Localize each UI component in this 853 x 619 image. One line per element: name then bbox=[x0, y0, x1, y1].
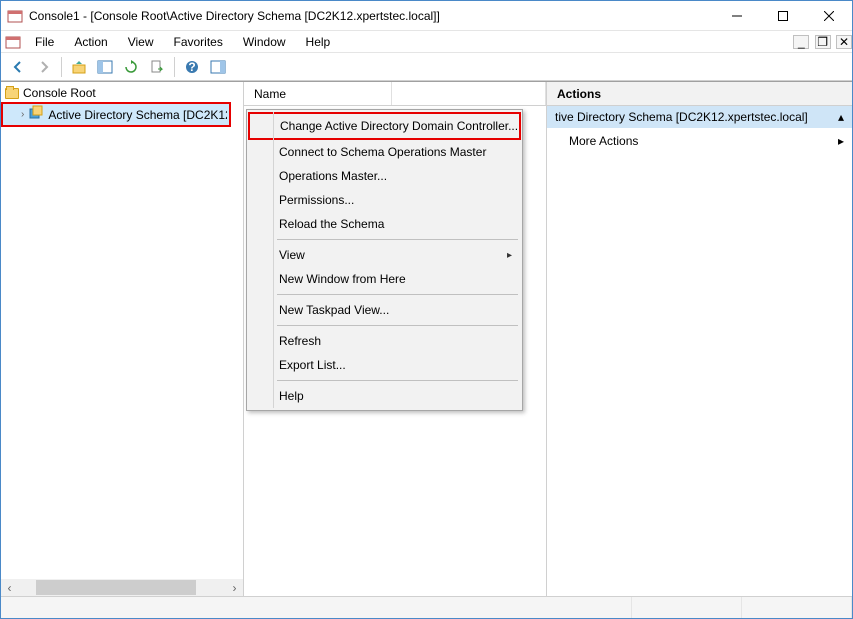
actions-header: Actions bbox=[547, 82, 852, 106]
mdi-controls: _ ❐ ✕ bbox=[791, 35, 852, 49]
toolbar: ? bbox=[1, 53, 852, 81]
maximize-button[interactable] bbox=[760, 1, 806, 31]
menu-window[interactable]: Window bbox=[233, 33, 296, 51]
ctx-separator bbox=[277, 239, 518, 240]
expand-chevron-icon[interactable]: › bbox=[21, 109, 24, 120]
menu-file[interactable]: File bbox=[25, 33, 64, 51]
ctx-permissions[interactable]: Permissions... bbox=[249, 188, 520, 212]
actions-topic[interactable]: tive Directory Schema [DC2K12.xpertstec.… bbox=[547, 106, 852, 128]
tree-pane: Console Root › Active Directory Schema [… bbox=[1, 82, 244, 596]
status-cell-1 bbox=[1, 597, 632, 618]
svg-text:?: ? bbox=[188, 60, 195, 74]
export-button[interactable] bbox=[146, 56, 168, 78]
tree-child-label: Active Directory Schema [DC2K12. bbox=[48, 108, 227, 122]
scroll-right-arrow[interactable]: › bbox=[226, 579, 243, 596]
minimize-button[interactable] bbox=[714, 1, 760, 31]
mdi-restore-button[interactable]: ❐ bbox=[815, 35, 831, 49]
ctx-separator bbox=[277, 294, 518, 295]
mdi-close-button[interactable]: ✕ bbox=[836, 35, 852, 49]
column-name[interactable]: Name bbox=[244, 82, 392, 105]
ctx-separator bbox=[277, 380, 518, 381]
actions-more-label: More Actions bbox=[569, 134, 638, 148]
tree-root-label: Console Root bbox=[23, 86, 96, 100]
mdi-app-icon bbox=[5, 34, 21, 50]
ctx-export-list[interactable]: Export List... bbox=[249, 353, 520, 377]
refresh-button[interactable] bbox=[120, 56, 142, 78]
menu-action[interactable]: Action bbox=[64, 33, 117, 51]
close-button[interactable] bbox=[806, 1, 852, 31]
show-hide-action-pane-button[interactable] bbox=[207, 56, 229, 78]
status-cell-2 bbox=[632, 597, 742, 618]
list-header: Name bbox=[244, 82, 546, 106]
forward-button[interactable] bbox=[33, 56, 55, 78]
statusbar bbox=[1, 596, 852, 618]
ctx-view[interactable]: View bbox=[249, 243, 520, 267]
submenu-arrow-icon: ▸ bbox=[838, 134, 844, 148]
help-button[interactable]: ? bbox=[181, 56, 203, 78]
ctx-change-dc[interactable]: Change Active Directory Domain Controlle… bbox=[250, 114, 519, 138]
collapse-arrow-icon: ▴ bbox=[838, 110, 844, 124]
ctx-new-window[interactable]: New Window from Here bbox=[249, 267, 520, 291]
up-button[interactable] bbox=[68, 56, 90, 78]
actions-pane: Actions tive Directory Schema [DC2K12.xp… bbox=[547, 82, 852, 596]
ctx-reload-schema[interactable]: Reload the Schema bbox=[249, 212, 520, 236]
ctx-refresh[interactable]: Refresh bbox=[249, 329, 520, 353]
ctx-operations-master[interactable]: Operations Master... bbox=[249, 164, 520, 188]
menu-view[interactable]: View bbox=[118, 33, 164, 51]
column-blank[interactable] bbox=[392, 82, 546, 105]
ad-schema-icon bbox=[28, 105, 44, 124]
menu-favorites[interactable]: Favorites bbox=[164, 33, 233, 51]
ctx-new-taskpad[interactable]: New Taskpad View... bbox=[249, 298, 520, 322]
folder-icon bbox=[5, 88, 19, 99]
window-title: Console1 - [Console Root\Active Director… bbox=[29, 9, 714, 23]
titlebar: Console1 - [Console Root\Active Director… bbox=[1, 1, 852, 31]
back-button[interactable] bbox=[7, 56, 29, 78]
status-cell-3 bbox=[742, 597, 852, 618]
context-menu: Change Active Directory Domain Controlle… bbox=[246, 109, 523, 411]
show-hide-tree-button[interactable] bbox=[94, 56, 116, 78]
actions-topic-label: tive Directory Schema [DC2K12.xpertstec.… bbox=[555, 110, 808, 124]
horizontal-scrollbar[interactable]: ‹ › bbox=[1, 579, 243, 596]
ctx-help[interactable]: Help bbox=[249, 384, 520, 408]
tree-ad-schema-node[interactable]: › Active Directory Schema [DC2K12. bbox=[1, 102, 231, 127]
scroll-left-arrow[interactable]: ‹ bbox=[1, 579, 18, 596]
app-icon bbox=[7, 8, 23, 24]
tree-root-node[interactable]: Console Root bbox=[1, 84, 243, 102]
menubar: File Action View Favorites Window Help _… bbox=[1, 31, 852, 53]
actions-more[interactable]: More Actions ▸ bbox=[547, 128, 852, 154]
scrollbar-thumb[interactable] bbox=[36, 580, 196, 595]
ctx-connect-master[interactable]: Connect to Schema Operations Master bbox=[249, 140, 520, 164]
ctx-separator bbox=[277, 325, 518, 326]
menu-help[interactable]: Help bbox=[296, 33, 341, 51]
mdi-minimize-button[interactable]: _ bbox=[793, 35, 809, 49]
